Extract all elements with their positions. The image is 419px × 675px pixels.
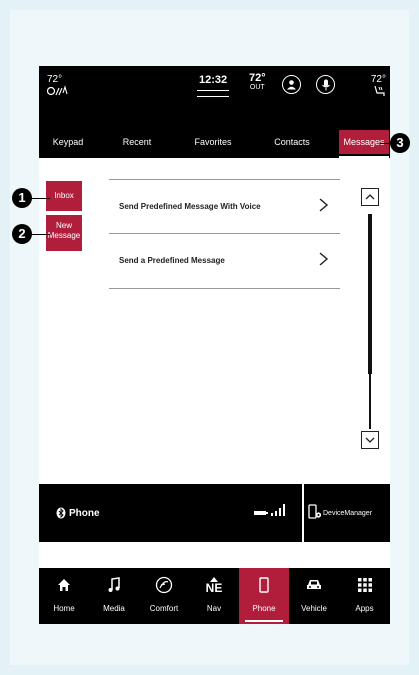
tab-contacts[interactable]: Contacts [259, 126, 325, 158]
scroll-up-button[interactable] [361, 188, 379, 206]
active-nav-underline [245, 620, 283, 622]
seat-heat-icon [46, 85, 68, 96]
list-item-send-predefined[interactable]: Send a Predefined Message [109, 233, 340, 288]
status-bar: 72° 12:32 72° OUT 72° [39, 66, 390, 126]
list-item-label: Send Predefined Message With Voice [119, 202, 261, 211]
home-icon [58, 579, 70, 591]
nav-apps[interactable]: Apps [339, 568, 390, 624]
profile-button[interactable] [282, 75, 301, 94]
nav-vehicle[interactable]: Vehicle [289, 568, 339, 624]
nav-apps-label: Apps [355, 604, 374, 613]
scroll-thumb[interactable] [368, 214, 372, 374]
nav-phone[interactable]: Phone [239, 568, 289, 624]
driver-climate[interactable]: 72° [46, 74, 69, 100]
active-tab-underline [339, 156, 389, 158]
phone-status-bar[interactable]: Phone [39, 484, 302, 542]
new-message-label-2: Message [47, 231, 81, 240]
chevron-up-icon [365, 194, 375, 200]
phone-label: Phone [69, 508, 100, 519]
phone-tab-bar: Keypad Recent Favorites Contacts Message… [39, 126, 390, 158]
tab-recent[interactable]: Recent [107, 126, 167, 158]
nav-home[interactable]: Home [39, 568, 89, 624]
nav-vehicle-label: Vehicle [301, 604, 327, 613]
device-manager-button[interactable]: DeviceManager [304, 484, 390, 542]
list-item-send-predefined-voice[interactable]: Send Predefined Message With Voice [109, 179, 340, 234]
inbox-button[interactable]: Inbox [46, 181, 82, 211]
callout-3: 3 [390, 133, 410, 153]
voice-button[interactable] [316, 75, 335, 94]
outside-temp: 72° OUT [249, 73, 266, 93]
chevron-down-icon [365, 437, 375, 443]
nav-media-label: Media [103, 604, 125, 613]
nav-nav[interactable]: NE Nav [189, 568, 239, 624]
callout-1-leader [30, 198, 50, 199]
chevron-right-icon [319, 198, 329, 212]
outside-temp-label: OUT [249, 84, 265, 91]
tab-favorites[interactable]: Favorites [177, 126, 249, 158]
phone-icon [259, 577, 269, 593]
nav-comfort[interactable]: Comfort [139, 568, 189, 624]
nav-media[interactable]: Media [89, 568, 139, 624]
clock-divider [197, 90, 229, 97]
list-item-label: Send a Predefined Message [119, 256, 225, 265]
callout-2-leader [30, 234, 50, 235]
outside-temp-value: 72° [249, 72, 266, 84]
scroll-down-button[interactable] [361, 431, 379, 449]
passenger-seat-icon [374, 85, 385, 96]
compass-heading: NE [205, 580, 223, 595]
device-manager-icon [308, 504, 322, 519]
nav-comfort-label: Comfort [149, 604, 179, 613]
nav-home-label: Home [53, 604, 75, 613]
passenger-temp: 72° [370, 74, 386, 85]
tab-keypad[interactable]: Keypad [39, 126, 97, 158]
bluetooth-icon [56, 507, 66, 519]
bottom-nav: Home Media Comfort NE Nav Phone Vehicle [39, 568, 390, 624]
passenger-climate[interactable]: 72° [371, 74, 386, 100]
device-manager-label: DeviceManager [323, 510, 373, 517]
new-message-button[interactable]: New Message [46, 215, 82, 251]
callout-2: 2 [12, 224, 32, 244]
battery-icon [254, 511, 268, 515]
apps-grid-icon [357, 578, 372, 592]
profile-icon [287, 80, 296, 90]
callout-1: 1 [12, 188, 32, 208]
music-note-icon [108, 577, 120, 592]
clock: 12:32 [199, 74, 228, 86]
tab-messages[interactable]: Messages [339, 130, 389, 154]
car-icon [307, 580, 321, 589]
head-unit-screen: 72° 12:32 72° OUT 72° Keypad Recent Favo… [39, 66, 390, 624]
nav-nav-label: Nav [206, 604, 222, 613]
new-message-label-1: New [55, 221, 72, 230]
driver-temp: 72° [47, 74, 63, 85]
list-divider [109, 288, 340, 289]
signal-strength-icon [271, 504, 285, 516]
microphone-icon [321, 79, 330, 90]
chevron-right-icon [319, 252, 329, 266]
nav-phone-label: Phone [252, 604, 276, 613]
comfort-icon [155, 576, 173, 594]
